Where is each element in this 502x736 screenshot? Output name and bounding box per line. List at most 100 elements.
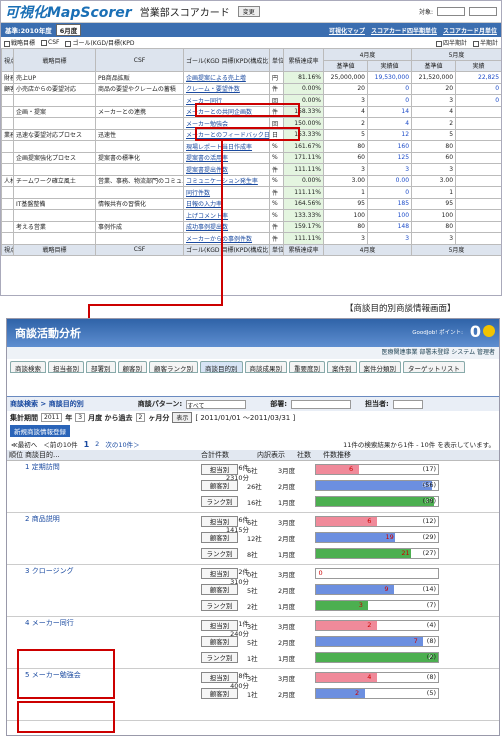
breakdown-button[interactable]: ランク別: [201, 548, 238, 559]
goal-link[interactable]: メーカーからの事例件数: [183, 232, 270, 245]
tab-3[interactable]: 顧客別: [117, 361, 147, 373]
trend-total: (5): [426, 689, 436, 697]
tab-6[interactable]: 商談成果別: [244, 361, 287, 373]
cell-b2: 0: [455, 94, 501, 107]
breakdown-button[interactable]: ランク別: [201, 496, 238, 507]
breakdown-button[interactable]: 担当別: [201, 464, 238, 475]
company-count: 16社: [247, 499, 262, 507]
check-quarter-total[interactable]: 四半期計: [435, 38, 467, 47]
target-select-2[interactable]: [469, 7, 497, 16]
cell-b1: 100: [411, 209, 457, 222]
check-half-total[interactable]: 半期計: [472, 38, 498, 47]
month-select[interactable]: 6月度: [55, 24, 82, 36]
col-total: 合計件数: [201, 451, 229, 459]
link-visual-map[interactable]: 可視化マップ: [329, 26, 365, 35]
months-back-select[interactable]: 2: [135, 413, 146, 422]
footer-col: 戦略目標: [13, 243, 96, 256]
show-button[interactable]: 表示: [172, 412, 193, 423]
cell-v: [1, 186, 14, 199]
goal-link[interactable]: 提案書提出件数: [183, 163, 270, 176]
breakdown-button[interactable]: 顧客別: [201, 584, 238, 595]
cell-v: 財務: [1, 71, 14, 84]
pattern-select[interactable]: すべて: [186, 399, 247, 410]
cell-obj: チームワーク確立風土: [13, 174, 96, 187]
period-label: 集計期間: [10, 413, 38, 422]
cell-obj: 考える営業: [13, 220, 96, 233]
breakdown-button[interactable]: 担当別: [201, 568, 238, 579]
goal-link[interactable]: 成功事例提出数: [183, 220, 270, 233]
tab-8[interactable]: 案件別: [327, 361, 357, 373]
company-count: 5社: [247, 639, 258, 647]
goal-link[interactable]: コミュニケーション発生率: [183, 174, 270, 187]
breakdown-button[interactable]: 顧客別: [201, 532, 238, 543]
breakdown-button[interactable]: 担当別: [201, 672, 238, 683]
tab-9[interactable]: 案件分類別: [358, 361, 401, 373]
check-csf[interactable]: CSF: [41, 39, 59, 46]
cell-b2: [455, 186, 501, 199]
new-entry-button[interactable]: 新規商談情報登録: [10, 425, 70, 437]
month-select[interactable]: 3: [75, 413, 86, 422]
goal-link[interactable]: 同行件数: [183, 186, 270, 199]
link-quarter[interactable]: スコアカード四半期単位: [371, 26, 437, 35]
cell-b2: [455, 140, 501, 153]
check-goal[interactable]: ゴール(KGD/目標(KPD: [65, 38, 135, 47]
cell-csf: 情報共有の習慣化: [95, 197, 184, 210]
goal-link[interactable]: 現場レポート当日作成率: [183, 140, 270, 153]
tab-10[interactable]: ターゲットリスト: [403, 361, 465, 373]
cell-a2: 3: [366, 232, 413, 245]
tab-0[interactable]: 商談検索: [10, 361, 46, 373]
link-month[interactable]: スコアカード月単位: [443, 26, 497, 35]
breakdown-button[interactable]: 顧客別: [201, 636, 238, 647]
breakdown-button[interactable]: ランク別: [201, 652, 238, 663]
year-select[interactable]: 2011: [41, 413, 63, 422]
cell-csf: 営業、事務、物流部門のコミュニケーション: [95, 174, 184, 187]
goal-link[interactable]: 提案書の活用率: [183, 151, 270, 164]
company-count: 6社: [247, 467, 258, 475]
cell-a2: 0: [366, 82, 413, 95]
tab-2[interactable]: 部署別: [86, 361, 116, 373]
breakdown-button[interactable]: 担当別: [201, 620, 238, 631]
cell-b2: 22,825: [455, 71, 501, 84]
breakdown-button[interactable]: 担当別: [201, 516, 238, 527]
trend-total: (27): [422, 549, 436, 557]
page-1[interactable]: 1: [84, 440, 90, 449]
goal-link[interactable]: 日報の入力率: [183, 197, 270, 210]
cell-rate: 111.11%: [283, 186, 324, 199]
goal-link[interactable]: 企画提案による売上増: [183, 71, 270, 84]
purpose-link[interactable]: 3 クロージング: [25, 566, 74, 576]
trend-bar: 53 (56): [315, 480, 439, 491]
check-objective[interactable]: 戦略目標: [4, 38, 35, 47]
goal-link[interactable]: クレーム・要望件数: [183, 82, 270, 95]
target-select[interactable]: [437, 7, 465, 16]
purpose-link[interactable]: 1 定期訪問: [25, 462, 60, 472]
purpose-link[interactable]: 4 メーカー同行: [25, 618, 74, 628]
cell-csf: [95, 140, 184, 153]
breakdown-button[interactable]: 顧客別: [201, 688, 238, 699]
scorecard-table: 視点戦略目標CSFゴール(KGD 目標(KPD(構成比)単位累積達成率4月度5月…: [1, 48, 501, 256]
trend-bar: 9 (14): [315, 584, 439, 595]
next-link[interactable]: 次の10件＞: [105, 439, 139, 449]
first-link[interactable]: ≪最初へ: [11, 439, 37, 449]
cell-u: 件: [269, 220, 284, 233]
tab-4[interactable]: 顧客ランク別: [149, 361, 198, 373]
prev-link[interactable]: ＜前の10件: [43, 439, 77, 449]
cell-a1: 95: [323, 197, 368, 210]
dept-select[interactable]: [291, 399, 352, 409]
cell-v: 業務: [1, 128, 14, 141]
tab-5[interactable]: 商談目的別: [200, 361, 243, 373]
purpose-link[interactable]: 2 商品説明: [25, 514, 60, 524]
person-select[interactable]: [392, 399, 423, 409]
cell-a2: 160: [366, 140, 413, 153]
change-button[interactable]: 変更: [237, 6, 260, 17]
cell-v: [1, 151, 14, 164]
page-2[interactable]: 2: [95, 440, 99, 448]
breakdown-button[interactable]: ランク別: [201, 600, 238, 611]
breakdown-button[interactable]: 顧客別: [201, 480, 238, 491]
tab-7[interactable]: 重要度別: [289, 361, 325, 373]
breakdown-row: 担当別 3社 3月度 2 (4): [197, 618, 441, 633]
col-unit: 単位: [269, 48, 284, 72]
goal-link[interactable]: 上げコメント率: [183, 209, 270, 222]
trend-total: (38): [422, 497, 436, 505]
tab-1[interactable]: 担当者別: [48, 361, 84, 373]
trend-total: (7): [426, 601, 436, 609]
